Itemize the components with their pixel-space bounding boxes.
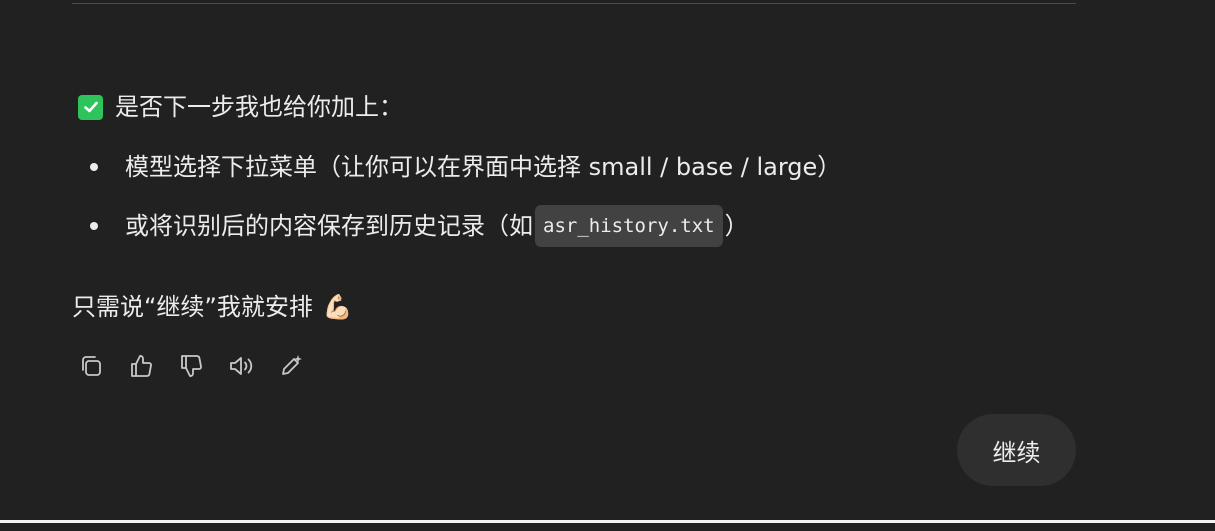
flexed-biceps-emoji: 💪🏻 [322,293,353,321]
option-text: 或将识别后的内容保存到历史记录（如 [125,212,533,240]
check-mark-icon [78,94,103,120]
section-divider [72,3,1076,4]
copy-icon [82,356,101,376]
options-list: 模型选择下拉菜单（让你可以在界面中选择 small / base / large… [90,150,841,268]
edit-icon [282,355,302,375]
option-text: 模型选择下拉菜单（让你可以在界面中选择 small / base / large… [125,153,842,181]
read-aloud-icon [230,357,253,375]
chat-page: 是否下一步我也给你加上： 模型选择下拉菜单（让你可以在界面中选择 small /… [0,0,1215,531]
thumbs-down-icon [181,355,202,377]
question-text: 是否下一步我也给你加上： [115,93,403,121]
thumbs-up-button[interactable] [128,353,154,379]
read-aloud-button[interactable] [228,353,254,379]
bullet-dot [90,163,98,171]
message-actions [78,353,328,379]
continue-button[interactable]: 继续 [957,414,1076,486]
edit-button[interactable] [278,353,304,379]
question-line: 是否下一步我也给你加上： [78,90,403,124]
copy-button[interactable] [78,353,104,379]
closing-text: 只需说“继续”我就安排 [72,293,313,321]
thumbs-up-icon [131,355,152,377]
closing-line: 只需说“继续”我就安排 💪🏻 [72,290,353,324]
bullet-dot [90,222,98,230]
inline-code: asr_history.txt [535,205,723,247]
list-item: 或将识别后的内容保存到历史记录（如 asr_history.txt ） [90,205,841,247]
bottom-divider [0,520,1215,523]
thumbs-down-button[interactable] [178,353,204,379]
option-text-end: ） [724,212,749,240]
list-item: 模型选择下拉菜单（让你可以在界面中选择 small / base / large… [90,150,841,184]
